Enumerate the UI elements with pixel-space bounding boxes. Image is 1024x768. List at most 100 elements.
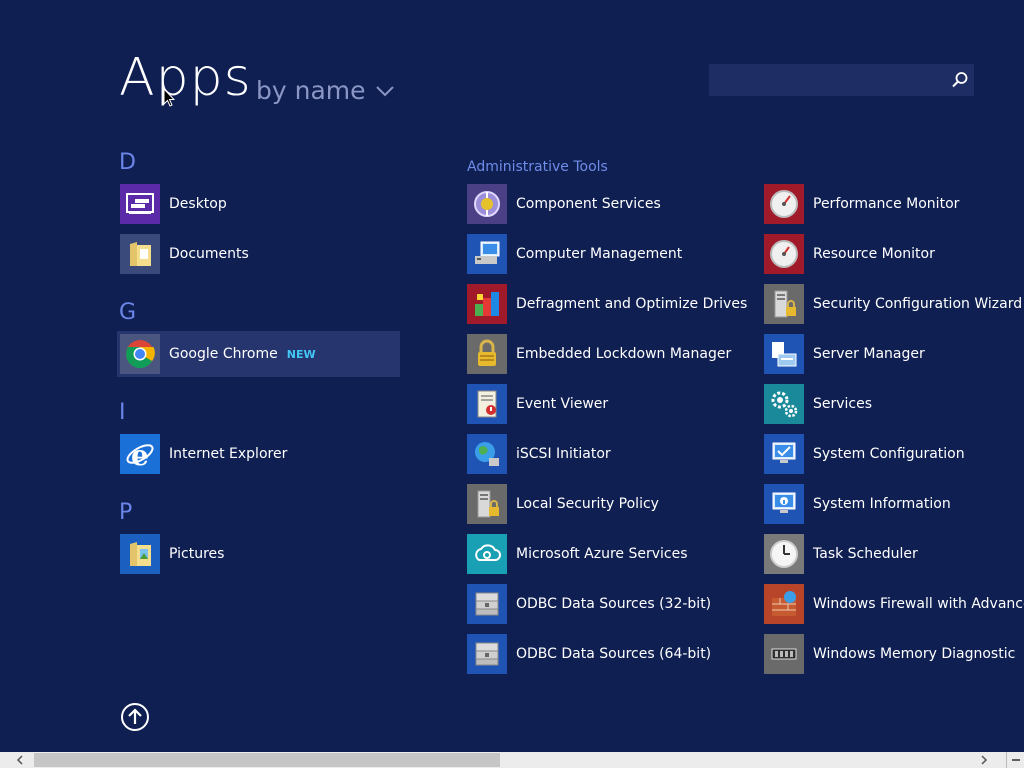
letter-header-p[interactable]: P [119,500,132,525]
app-label: Services [813,396,873,412]
app-tile-embedded-lockdown-manager[interactable]: Embedded Lockdown Manager [467,334,731,374]
clock-icon [764,534,804,574]
app-label: Embedded Lockdown Manager [516,346,732,362]
app-tile-local-security-policy[interactable]: Local Security Policy [467,484,659,524]
app-label: Component Services [516,196,661,212]
app-tile-desktop[interactable]: Desktop [120,184,227,224]
firewall-icon [764,584,804,624]
scroll-left-arrow[interactable] [8,752,32,768]
app-label: Resource Monitor [813,246,935,262]
security-policy-icon [467,484,507,524]
scroll-right-arrow[interactable] [972,752,996,768]
up-arrow-icon[interactable] [120,702,150,732]
mouse-cursor-icon [163,88,175,107]
app-label: Windows Firewall with Advanced [813,596,1024,612]
new-badge: NEW [286,347,316,361]
app-label: Documents [169,246,249,262]
app-tile-system-information[interactable]: System Information [764,484,951,524]
app-tile-microsoft-azure-services[interactable]: Microsoft Azure Services [467,534,688,574]
security-wizard-icon [764,284,804,324]
app-tile-component-services[interactable]: Component Services [467,184,661,224]
app-label: ODBC Data Sources (32-bit) [516,596,712,612]
app-tile-computer-management[interactable]: Computer Management [467,234,682,274]
pictures-folder-icon [120,534,160,574]
chevron-down-icon [375,85,394,96]
server-manager-icon [764,334,804,374]
group-title-administrative-tools[interactable]: Administrative Tools [467,159,608,175]
minus-icon [1012,759,1020,761]
chevron-right-icon [981,755,988,765]
scroll-thumb[interactable] [34,753,500,767]
app-tile-resource-monitor[interactable]: Resource Monitor [764,234,935,274]
letter-header-g[interactable]: G [119,300,136,325]
internet-explorer-icon: e [120,434,160,474]
app-label: Security Configuration Wizard [813,296,1023,312]
component-services-icon [467,184,507,224]
sort-dropdown[interactable]: by name [256,76,394,105]
odbc-icon [467,634,507,674]
system-configuration-icon [764,434,804,474]
app-label: iSCSI Initiator [516,446,611,462]
computer-management-icon [467,234,507,274]
desktop-icon [120,184,160,224]
app-label: Pictures [169,546,225,562]
app-tile-task-scheduler[interactable]: Task Scheduler [764,534,918,574]
app-label: ODBC Data Sources (64-bit) [516,646,712,662]
app-label: Internet Explorer [169,446,288,462]
app-tile-defragment[interactable]: Defragment and Optimize Drives [467,284,747,324]
app-label: Local Security Policy [516,496,659,512]
app-label: Desktop [169,196,227,212]
app-label: System Information [813,496,951,512]
lock-icon [467,334,507,374]
app-tile-services[interactable]: Services [764,384,872,424]
app-label: Server Manager [813,346,925,362]
chevron-left-icon [16,755,23,765]
letter-header-d[interactable]: D [119,150,136,175]
app-tile-system-configuration[interactable]: System Configuration [764,434,965,474]
semantic-zoom-button[interactable] [1006,752,1024,768]
search-icon[interactable] [950,70,970,90]
app-label: Google Chrome [169,346,278,362]
app-label: Computer Management [516,246,683,262]
app-label: Event Viewer [516,396,609,412]
event-viewer-icon [467,384,507,424]
app-tile-windows-memory-diagnostic[interactable]: Windows Memory Diagnostic [764,634,1015,674]
app-tile-server-manager[interactable]: Server Manager [764,334,925,374]
search-box [709,64,974,96]
app-tile-windows-firewall[interactable]: Windows Firewall with Advanced [764,584,1024,624]
letter-header-i[interactable]: I [119,400,126,425]
app-tile-iscsi-initiator[interactable]: iSCSI Initiator [467,434,611,474]
memory-chip-icon [764,634,804,674]
app-tile-odbc-32[interactable]: ODBC Data Sources (32-bit) [467,584,711,624]
app-label: Task Scheduler [813,546,918,562]
apps-screen: Apps by name D Desktop Documents G Googl… [0,0,1024,768]
page-title: Apps [119,48,252,108]
app-tile-security-configuration-wizard[interactable]: Security Configuration Wizard [764,284,1022,324]
app-label: Performance Monitor [813,196,960,212]
app-tile-event-viewer[interactable]: Event Viewer [467,384,608,424]
app-tile-pictures[interactable]: Pictures [120,534,224,574]
gauge-icon [764,184,804,224]
defragment-icon [467,284,507,324]
app-tile-google-chrome[interactable]: Google Chrome NEW [117,331,400,377]
app-label: Microsoft Azure Services [516,546,688,562]
documents-folder-icon [120,234,160,274]
system-information-icon [764,484,804,524]
app-tile-internet-explorer[interactable]: e Internet Explorer [120,434,287,474]
search-input[interactable] [709,64,944,96]
globe-icon [467,434,507,474]
app-tile-odbc-64[interactable]: ODBC Data Sources (64-bit) [467,634,711,674]
horizontal-scrollbar[interactable] [0,752,1024,768]
cloud-gear-icon [467,534,507,574]
chrome-icon [120,334,160,374]
app-tile-documents[interactable]: Documents [120,234,249,274]
odbc-icon [467,584,507,624]
app-label: Windows Memory Diagnostic [813,646,1016,662]
svg-text:e: e [131,439,149,470]
gear-icon [764,384,804,424]
sort-label: by name [256,76,366,105]
app-label: Defragment and Optimize Drives [516,296,748,312]
app-label: System Configuration [813,446,965,462]
app-tile-performance-monitor[interactable]: Performance Monitor [764,184,959,224]
gauge-icon [764,234,804,274]
